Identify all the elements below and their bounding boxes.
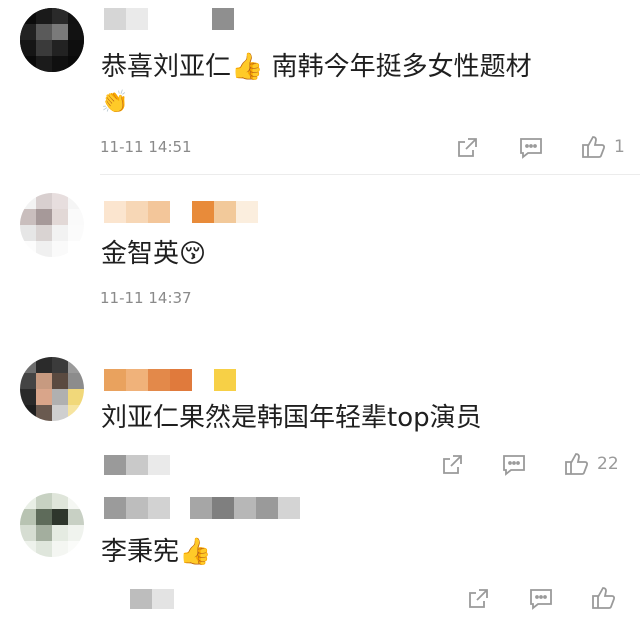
share-icon — [443, 455, 462, 474]
clap-emoji: 👏 — [101, 90, 129, 115]
avatar[interactable] — [20, 8, 84, 72]
comment-item: 恭喜刘亚仁👍 南韩今年挺多女性题材 👏 11-11 14:51 1 — [0, 0, 640, 175]
avatar[interactable] — [20, 193, 84, 257]
comment-icon — [530, 589, 552, 610]
avatar[interactable] — [20, 493, 84, 557]
meta-mosaic — [130, 589, 174, 609]
comment-text: 刘亚仁果然是韩国年轻辈top演员 — [101, 403, 482, 433]
like-button[interactable]: 1 — [580, 134, 625, 160]
thumbs-up-icon — [592, 587, 616, 609]
like-count: 22 — [597, 454, 619, 474]
share-icon — [469, 589, 488, 608]
username-mosaic[interactable] — [104, 497, 300, 519]
avatar[interactable] — [20, 357, 84, 421]
like-button[interactable] — [590, 585, 616, 611]
comment-icon — [520, 138, 542, 159]
comment-item: 李秉宪👍 — [0, 485, 640, 626]
share-button[interactable] — [455, 136, 479, 160]
thumbs-up-icon — [582, 136, 606, 158]
share-icon — [458, 138, 477, 157]
reply-button[interactable] — [501, 453, 527, 477]
like-button[interactable]: 22 — [563, 451, 619, 477]
timestamp: 11-11 14:51 — [100, 138, 192, 156]
comment-text: 金智英😚 — [101, 239, 207, 269]
meta-mosaic — [104, 455, 170, 475]
share-button[interactable] — [440, 453, 464, 477]
username-mosaic[interactable] — [104, 201, 258, 223]
username-mosaic[interactable] — [104, 8, 234, 30]
comment-item: 金智英😚 11-11 14:37 — [0, 175, 640, 335]
share-button[interactable] — [466, 587, 490, 611]
comment-text: 恭喜刘亚仁👍 南韩今年挺多女性题材 — [101, 52, 532, 82]
comment-icon — [503, 455, 525, 476]
timestamp: 11-11 14:37 — [100, 289, 192, 307]
like-count: 1 — [614, 137, 625, 157]
comment-item: 刘亚仁果然是韩国年轻辈top演员 22 — [0, 335, 640, 485]
comment-text: 李秉宪👍 — [101, 537, 212, 567]
thumbs-up-icon — [565, 453, 589, 475]
reply-button[interactable] — [528, 587, 554, 611]
reply-button[interactable] — [518, 136, 544, 160]
username-mosaic[interactable] — [104, 369, 236, 391]
